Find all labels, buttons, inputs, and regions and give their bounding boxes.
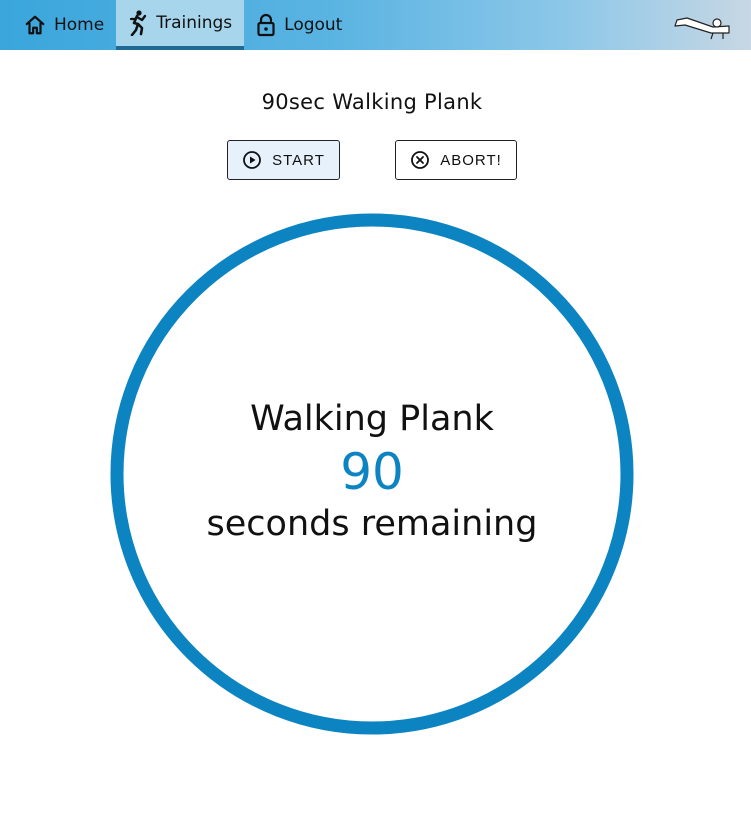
nav-item-label: Logout bbox=[284, 15, 343, 35]
plank-logo bbox=[674, 17, 730, 40]
play-circle-icon bbox=[243, 151, 261, 169]
abort-button[interactable]: ABORT! bbox=[395, 140, 517, 180]
workout-title: 90sec Walking Plank bbox=[261, 90, 483, 114]
abort-button-label: ABORT! bbox=[440, 151, 502, 169]
timer-remaining-label: seconds remaining bbox=[206, 504, 538, 544]
top-navbar: Home Trainings Logout bbox=[0, 0, 751, 50]
nav-item-label: Home bbox=[54, 15, 105, 35]
timer-seconds-count: 90 bbox=[340, 443, 404, 501]
start-button-label: START bbox=[272, 151, 325, 169]
x-circle-icon bbox=[411, 151, 430, 169]
nav-item-trainings[interactable]: Trainings bbox=[116, 0, 245, 50]
start-button[interactable]: START bbox=[227, 140, 340, 180]
lock-icon bbox=[257, 13, 275, 37]
nav-item-label: Trainings bbox=[156, 13, 233, 33]
nav-item-home[interactable]: Home bbox=[0, 0, 116, 50]
timer-exercise-name: Walking Plank bbox=[250, 399, 494, 439]
nav-item-logout[interactable]: Logout bbox=[244, 0, 354, 50]
home-icon bbox=[25, 15, 45, 35]
runner-icon bbox=[130, 10, 147, 36]
timer-display: Walking Plank 90 seconds remaining bbox=[110, 213, 634, 735]
